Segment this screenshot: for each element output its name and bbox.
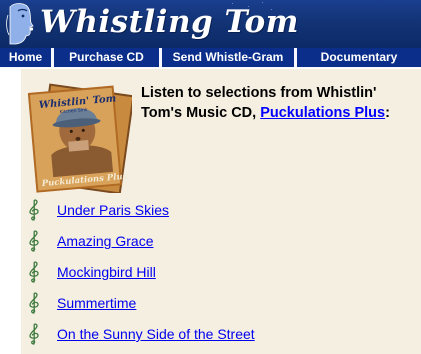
treble-clef-icon	[29, 323, 39, 345]
nav-send-whistle-gram[interactable]: Send Whistle-Gram	[162, 48, 294, 67]
content-panel: Whistlin' Tom Kitchen Sink Puckulations …	[21, 69, 421, 354]
treble-clef-icon	[29, 230, 39, 252]
treble-clef-icon	[29, 292, 39, 314]
cd-cover-image[interactable]: Whistlin' Tom Kitchen Sink Puckulations …	[28, 83, 132, 193]
nav-home[interactable]: Home	[0, 48, 51, 67]
nav-purchase-cd[interactable]: Purchase CD	[54, 48, 159, 67]
song-link-amazing-grace[interactable]: Amazing Grace	[57, 233, 153, 249]
song-link-summertime[interactable]: Summertime	[57, 295, 136, 311]
treble-clef-icon	[29, 199, 39, 221]
intro-colon: :	[385, 105, 390, 121]
site-title[interactable]: Whistling Tom	[40, 2, 299, 42]
song-link-sunny-side[interactable]: On the Sunny Side of the Street	[57, 326, 255, 342]
song-link-mockingbird-hill[interactable]: Mockingbird Hill	[57, 264, 156, 280]
whistler-face-icon	[6, 3, 34, 45]
intro-text: Listen to selections from Whistlin' Tom'…	[141, 83, 421, 123]
nav-documentary[interactable]: Documentary	[297, 48, 421, 67]
song-link-under-paris-skies[interactable]: Under Paris Skies	[57, 202, 169, 218]
album-link[interactable]: Puckulations Plus	[260, 105, 385, 121]
main-nav: Home Purchase CD Send Whistle-Gram Docum…	[0, 48, 421, 68]
treble-clef-icon	[29, 261, 39, 283]
site-header: Whistling Tom	[0, 0, 421, 48]
